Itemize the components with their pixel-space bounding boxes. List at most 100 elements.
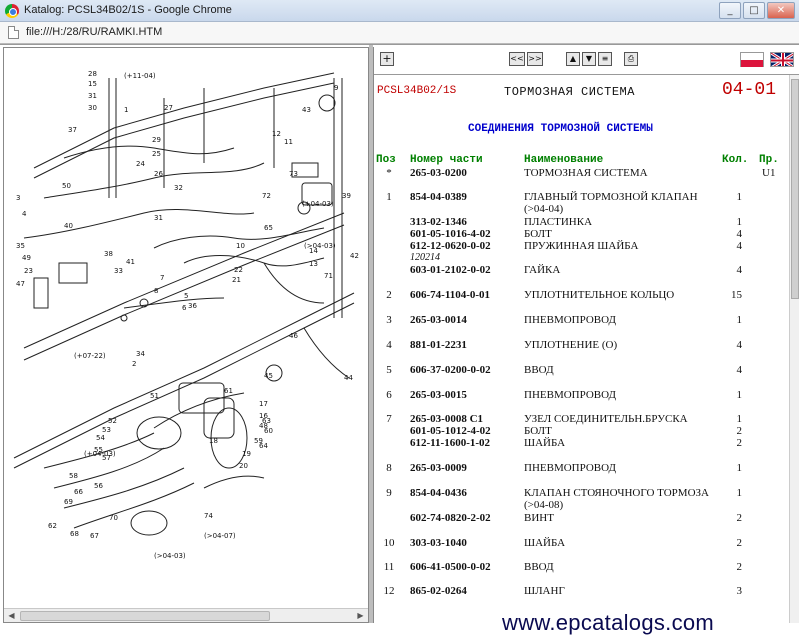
row-part-number[interactable]: 265-03-0008 C1 — [410, 413, 483, 425]
row-qty: 1 — [736, 487, 743, 499]
row-part-number[interactable]: 612-12-0620-0-02 — [410, 240, 491, 252]
row-qty: 1 — [736, 191, 743, 203]
row-part-number[interactable]: 854-04-0389 — [410, 191, 467, 203]
row-part-number[interactable]: 265-03-0009 — [410, 462, 467, 474]
horizontal-scrollbar[interactable]: ◀ ▶ — [4, 608, 368, 622]
svg-text:70: 70 — [109, 514, 118, 522]
row-qty: 4 — [736, 264, 743, 276]
print-icon[interactable]: ⎙ — [624, 52, 638, 66]
row-part-number[interactable]: 606-41-0500-0-02 — [410, 561, 491, 573]
svg-text:58: 58 — [69, 472, 78, 480]
row-part-number[interactable]: 265-03-0200 — [410, 167, 467, 179]
address-bar[interactable]: file:///H:/28/RU/RAMKI.HTM — [0, 22, 799, 44]
row-part-number[interactable]: 865-02-0264 — [410, 585, 467, 597]
row-name: ГАЙКА — [524, 264, 561, 276]
row-name: ПНЕВМОПРОВОД — [524, 389, 617, 401]
polish-flag-icon[interactable] — [740, 52, 764, 67]
vertical-scrollbar[interactable] — [789, 75, 799, 623]
row-qty: 2 — [736, 537, 743, 549]
row-part-number[interactable]: 120214 — [410, 252, 440, 263]
row-part-number[interactable]: 602-74-0820-2-02 — [410, 512, 491, 524]
svg-text:52: 52 — [108, 417, 117, 425]
row-name: БОЛТ — [524, 425, 552, 437]
svg-text:41: 41 — [126, 258, 135, 266]
column-header-name: Наименование — [524, 154, 604, 166]
row-name: ШЛАНГ — [524, 585, 565, 597]
row-part-number[interactable]: 606-37-0200-0-02 — [410, 364, 491, 376]
scrollbar-thumb[interactable] — [20, 611, 270, 621]
minimize-button[interactable]: _ — [719, 2, 741, 19]
chrome-logo-icon — [5, 4, 19, 18]
scroll-down-button[interactable]: ▼ — [582, 52, 596, 66]
row-part-number[interactable]: 265-03-0014 — [410, 314, 467, 326]
row-qty: 3 — [736, 585, 743, 597]
browser-window: Katalog: PCSL34B02/1S - Google Chrome _ … — [0, 0, 799, 635]
window-title: Katalog: PCSL34B02/1S - Google Chrome — [24, 4, 232, 16]
svg-text:54: 54 — [96, 434, 105, 442]
row-pos: 4 — [386, 339, 392, 351]
row-qty: 2 — [736, 437, 743, 449]
svg-text:24: 24 — [136, 160, 145, 168]
section-title: ТОРМОЗНАЯ СИСТЕМА — [504, 85, 635, 99]
next-page-button[interactable]: >> — [527, 52, 543, 66]
brake-system-diagram: 281531 30 1 27 91211 372925 245026 3432 40… — [13, 70, 359, 560]
svg-text:5: 5 — [184, 292, 188, 300]
row-name: ШАЙБА — [524, 437, 566, 449]
row-part-number[interactable]: 612-11-1600-1-02 — [410, 437, 490, 449]
svg-text:(>04-03): (>04-03) — [304, 242, 336, 250]
row-part-number[interactable]: 303-03-1040 — [410, 537, 467, 549]
title-bar: Katalog: PCSL34B02/1S - Google Chrome _ … — [0, 0, 799, 22]
scroll-right-icon[interactable]: ▶ — [354, 610, 367, 622]
row-pr: U1 — [762, 167, 776, 179]
svg-text:34: 34 — [136, 350, 145, 358]
list-icon[interactable]: ≡ — [598, 52, 612, 66]
svg-text:20: 20 — [239, 462, 248, 470]
svg-text:56: 56 — [94, 482, 103, 490]
svg-text:47: 47 — [16, 280, 25, 288]
row-part-number[interactable]: 601-05-1012-4-02 — [410, 425, 491, 437]
svg-text:45: 45 — [264, 372, 273, 380]
row-part-number[interactable]: 601-05-1016-4-02 — [410, 228, 491, 240]
section-number: 04-01 — [722, 80, 777, 100]
row-qty: 4 — [736, 240, 743, 252]
expand-button[interactable]: + — [380, 52, 394, 66]
svg-text:6: 6 — [182, 304, 187, 312]
svg-text:49: 49 — [22, 254, 31, 262]
svg-text:8: 8 — [154, 287, 158, 295]
diagram-frame[interactable]: 28 15 31 30 1 27 9 12 11 37 29 25 24 50 26 3 4 32 40… — [3, 47, 369, 623]
row-pos: 6 — [386, 389, 392, 401]
row-qty: 15 — [731, 289, 742, 301]
url-text[interactable]: file:///H:/28/RU/RAMKI.HTM — [26, 26, 162, 38]
svg-text:19: 19 — [242, 450, 251, 458]
svg-text:10: 10 — [236, 242, 245, 250]
row-part-number[interactable]: 603-01-2102-0-02 — [410, 264, 491, 276]
svg-text:66: 66 — [74, 488, 83, 496]
maximize-button[interactable]: □ — [743, 2, 765, 19]
close-button[interactable]: ✕ — [767, 2, 795, 19]
svg-text:22: 22 — [234, 266, 243, 274]
row-part-number[interactable]: 854-04-0436 — [410, 487, 467, 499]
scroll-up-button[interactable]: ▲ — [566, 52, 580, 66]
svg-text:44: 44 — [344, 374, 353, 382]
row-pos: 10 — [383, 537, 395, 549]
prev-page-button[interactable]: << — [509, 52, 525, 66]
uk-flag-icon[interactable] — [770, 52, 794, 67]
row-name: УПЛОТНЕНИЕ (О) — [524, 339, 618, 351]
svg-text:12: 12 — [272, 130, 281, 138]
row-name: ВВОД — [524, 561, 554, 573]
row-qty: 2 — [736, 512, 743, 524]
scroll-left-icon[interactable]: ◀ — [5, 610, 18, 622]
svg-text:(+07-22): (+07-22) — [74, 352, 106, 360]
svg-text:61: 61 — [224, 387, 233, 395]
page-subtitle: СОЕДИНЕНИЯ ТОРМОЗНОЙ СИСТЕМЫ — [468, 123, 653, 135]
row-part-number[interactable]: 606-74-1104-0-01 — [410, 289, 490, 301]
row-part-number[interactable]: 881-01-2231 — [410, 339, 467, 351]
scrollbar-thumb[interactable] — [791, 79, 799, 299]
row-qty: 1 — [736, 216, 743, 228]
row-part-number[interactable]: 265-03-0015 — [410, 389, 467, 401]
row-pos: 7 — [386, 413, 392, 425]
svg-text:(+04-03): (+04-03) — [84, 450, 116, 458]
row-name: УЗЕЛ СОЕДИНИТЕЛЬН.БРУСКА — [524, 413, 688, 425]
row-pos: 3 — [386, 314, 392, 326]
row-part-number[interactable]: 313-02-1346 — [410, 216, 467, 228]
